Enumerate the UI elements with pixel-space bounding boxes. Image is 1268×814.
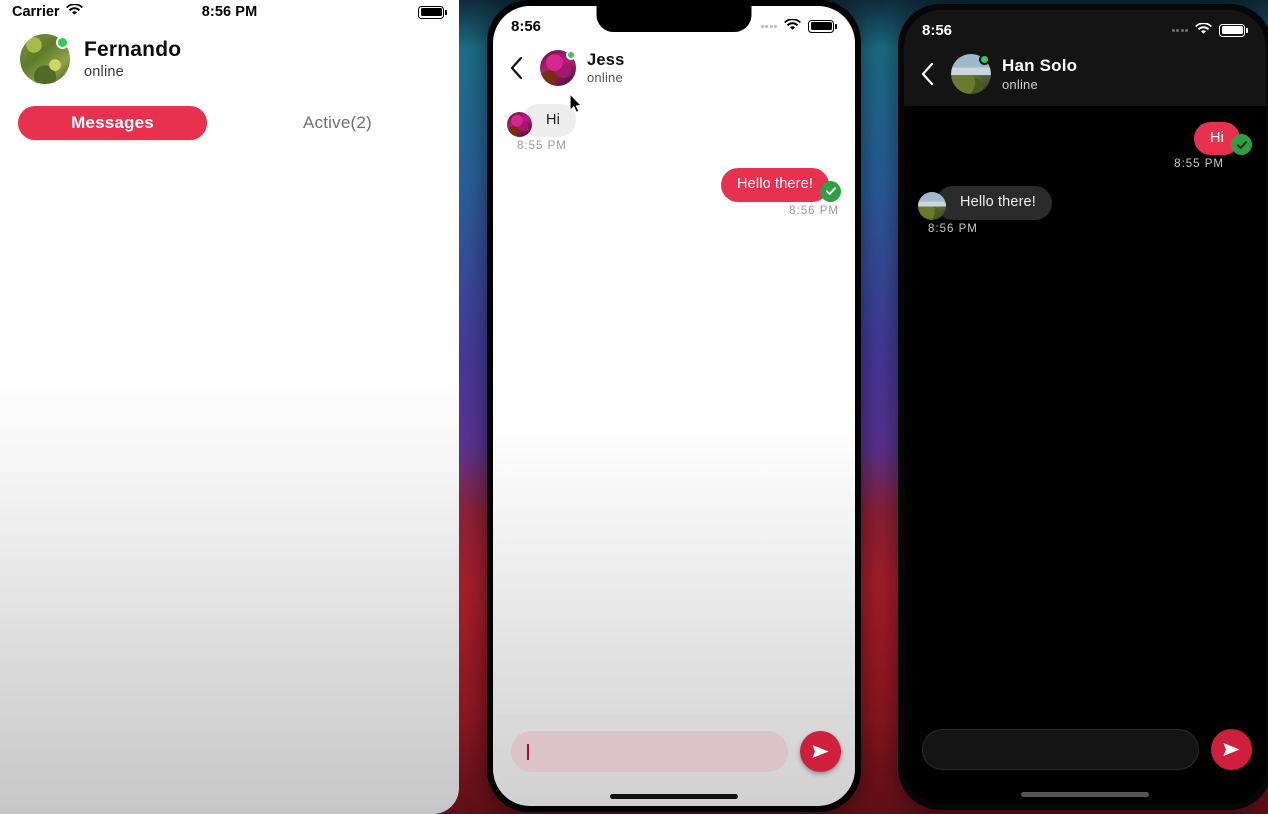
middle-composer — [493, 716, 855, 806]
tab-bar: Messages Active(2) — [0, 106, 459, 140]
chat-peer-name: Han Solo — [1002, 56, 1078, 76]
message-bubble[interactable]: Hello there! — [936, 186, 1052, 220]
page-title: Fernando — [84, 37, 182, 61]
send-button[interactable] — [800, 731, 841, 772]
status-time: 8:56 — [511, 17, 542, 35]
avatar-han-solo — [918, 191, 946, 220]
chat-peer-name: Jess — [587, 50, 625, 69]
status-icons — [760, 17, 837, 35]
tab-messages[interactable]: Messages — [18, 106, 207, 140]
check-circle-icon — [1231, 134, 1252, 156]
right-phone-screen: 8:56 Han Solo online Hi 8:55 PM Hello th… — [904, 10, 1266, 804]
signal-dots-icon — [1171, 28, 1188, 32]
message-timestamp: 8:56 PM — [928, 222, 978, 235]
send-button[interactable] — [1211, 729, 1252, 770]
message-input[interactable] — [922, 729, 1199, 770]
back-chevron-icon[interactable] — [503, 53, 529, 83]
middle-phone-screen: 8:56 Jess online Hi 8:55 PM Hello there!… — [493, 6, 855, 806]
tab-messages-label: Messages — [71, 113, 154, 132]
chat-peer-info: Han Solo online — [1002, 56, 1077, 92]
avatar[interactable] — [20, 34, 70, 84]
screen-root: Carrier 8:56 PM Fernando online Messages… — [0, 0, 1268, 814]
right-composer — [904, 715, 1266, 804]
avatar[interactable] — [540, 50, 576, 86]
message-row-outgoing: Hi — [918, 122, 1252, 156]
home-indicator — [1021, 792, 1149, 797]
profile-status: online — [84, 64, 124, 81]
right-chat-header: Han Solo online — [904, 50, 1266, 106]
chat-peer-status: online — [587, 70, 623, 86]
middle-phone-device: 8:56 Jess online Hi 8:55 PM Hello there!… — [487, 0, 861, 812]
chat-peer-status: online — [1002, 76, 1038, 92]
message-row-outgoing: Hello there! — [507, 168, 841, 202]
tab-active[interactable]: Active(2) — [303, 113, 372, 133]
right-message-list: Hi 8:55 PM Hello there! 8:56 PM — [904, 106, 1266, 715]
back-chevron-icon[interactable] — [914, 59, 940, 89]
send-paper-plane-icon — [1223, 743, 1240, 756]
status-time: 8:56 — [922, 21, 953, 39]
middle-message-list: Hi 8:55 PM Hello there! 8:56 PM — [493, 96, 855, 716]
send-paper-plane-icon — [812, 745, 829, 758]
tab-active-label: Active(2) — [303, 113, 372, 132]
online-status-dot — [979, 54, 990, 65]
middle-status-bar: 8:56 — [493, 6, 855, 46]
check-circle-icon — [820, 180, 841, 202]
signal-dots-icon — [760, 24, 777, 28]
profile-text: Fernando online — [84, 38, 181, 80]
left-status-bar: Carrier 8:56 PM — [0, 0, 459, 24]
battery-full-icon — [1219, 23, 1248, 37]
online-status-dot — [566, 50, 576, 60]
message-row-incoming: Hi — [507, 104, 841, 138]
wifi-icon — [1195, 21, 1212, 39]
wifi-icon — [784, 17, 801, 35]
home-indicator — [610, 794, 738, 799]
left-simulator-panel: Carrier 8:56 PM Fernando online Messages… — [0, 0, 459, 814]
battery-full-icon — [808, 19, 837, 33]
middle-chat-header: Jess online — [493, 46, 855, 96]
avatar[interactable] — [951, 54, 991, 94]
message-timestamp: 8:56 PM — [789, 204, 839, 217]
text-caret — [527, 743, 529, 760]
right-status-bar: 8:56 — [904, 10, 1266, 50]
message-input[interactable] — [511, 731, 788, 772]
message-bubble[interactable]: Hello there! — [721, 168, 829, 202]
online-status-dot — [56, 36, 69, 49]
status-icons — [1171, 21, 1248, 39]
user-profile-header[interactable]: Fernando online — [0, 24, 459, 84]
message-timestamp: 8:55 PM — [1174, 158, 1224, 171]
status-time: 8:56 PM — [201, 4, 258, 20]
right-phone-device: 8:56 Han Solo online Hi 8:55 PM Hello th… — [898, 4, 1268, 810]
message-row-incoming: Hello there! — [918, 186, 1252, 220]
message-timestamp: 8:55 PM — [517, 140, 567, 153]
chat-peer-info: Jess online — [587, 51, 625, 86]
